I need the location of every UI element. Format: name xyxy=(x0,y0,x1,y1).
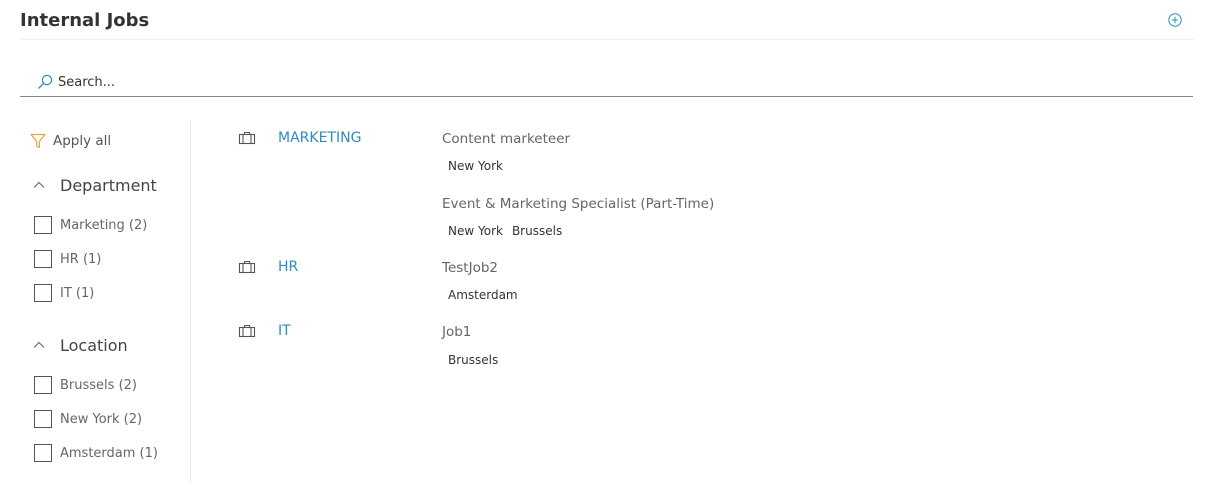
department-filter-header[interactable]: Department xyxy=(32,174,157,196)
checkbox[interactable] xyxy=(34,250,52,268)
filter-option-hr[interactable]: HR (1) xyxy=(34,248,101,270)
job-locations: Amsterdam xyxy=(448,288,518,302)
filter-option-label: IT (1) xyxy=(60,285,95,301)
page-title: Internal Jobs xyxy=(20,10,150,31)
filter-option-new-york[interactable]: New York (2) xyxy=(34,408,142,430)
filter-option-label: Brussels (2) xyxy=(60,377,137,393)
job-title-link[interactable]: Event & Marketing Specialist (Part-Time) xyxy=(442,196,714,212)
department-link[interactable]: IT xyxy=(278,323,291,339)
job-location: Brussels xyxy=(511,224,563,238)
header-divider xyxy=(20,39,1194,40)
search-bar xyxy=(20,68,1193,97)
briefcase-icon xyxy=(238,131,256,145)
job-location: New York xyxy=(448,224,503,238)
chevron-up-icon xyxy=(33,341,45,348)
department-link[interactable]: MARKETING xyxy=(278,130,361,146)
sidebar-divider xyxy=(190,120,191,482)
job-locations: Brussels xyxy=(448,353,498,367)
filter-option-label: New York (2) xyxy=(60,411,143,427)
search-icon xyxy=(38,74,53,89)
filter-option-label: Amsterdam (1) xyxy=(60,445,158,461)
search-input[interactable] xyxy=(58,71,558,93)
chevron-up-icon xyxy=(33,181,45,188)
filter-option-label: HR (1) xyxy=(60,251,102,267)
department-hr: HR xyxy=(238,257,298,277)
department-link[interactable]: HR xyxy=(278,259,298,275)
briefcase-icon xyxy=(238,260,256,274)
location-filter-title: Location xyxy=(60,335,128,355)
job-title-link[interactable]: Content marketeer xyxy=(442,131,570,147)
filter-option-label: Marketing (2) xyxy=(60,217,148,233)
checkbox[interactable] xyxy=(34,410,52,428)
department-marketing: MARKETING xyxy=(238,128,361,148)
filter-option-amsterdam[interactable]: Amsterdam (1) xyxy=(34,442,158,464)
job-title-link[interactable]: Job1 xyxy=(442,324,471,340)
filter-icon xyxy=(30,133,46,149)
job-location: New York xyxy=(448,159,503,173)
checkbox[interactable] xyxy=(34,284,52,302)
filter-option-it[interactable]: IT (1) xyxy=(34,282,94,304)
job-location: Amsterdam xyxy=(448,288,518,302)
location-filter-header[interactable]: Location xyxy=(32,334,128,356)
job-locations: New York xyxy=(448,159,503,173)
briefcase-icon xyxy=(238,324,256,338)
filter-option-brussels[interactable]: Brussels (2) xyxy=(34,374,137,396)
job-location: Brussels xyxy=(448,353,499,367)
filter-option-marketing[interactable]: Marketing (2) xyxy=(34,214,147,236)
checkbox[interactable] xyxy=(34,216,52,234)
apply-all-label: Apply all xyxy=(53,133,112,149)
job-title-link[interactable]: TestJob2 xyxy=(442,260,498,276)
department-filter-title: Department xyxy=(60,175,157,195)
apply-all-button[interactable]: Apply all xyxy=(29,131,111,151)
department-it: IT xyxy=(238,321,291,341)
job-locations: New York Brussels xyxy=(448,224,562,238)
plus-circle-icon[interactable] xyxy=(1168,13,1182,27)
checkbox[interactable] xyxy=(34,444,52,462)
checkbox[interactable] xyxy=(34,376,52,394)
